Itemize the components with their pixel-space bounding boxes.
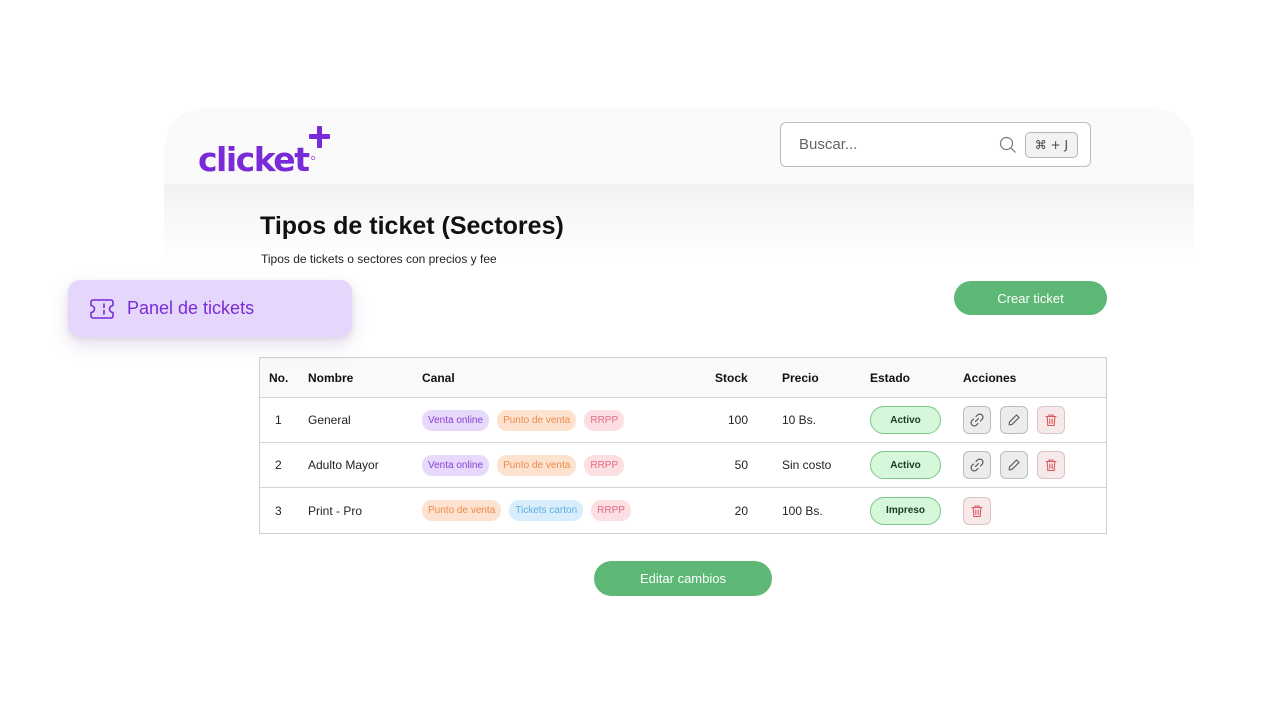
row-canales: Venta online Punto de venta RRPP: [422, 443, 625, 487]
edit-button[interactable]: [1000, 406, 1028, 434]
channel-chip-venta-online: Venta online: [422, 409, 490, 431]
top-bar: clicket ⌘ + J: [164, 108, 1194, 184]
row-no: 1: [275, 413, 282, 427]
channel-chip-rrpp: RRPP: [584, 454, 625, 476]
channel-chip-rrpp: RRPP: [584, 409, 625, 431]
ticket-icon: [90, 298, 114, 319]
delete-button[interactable]: [1037, 406, 1065, 434]
status-badge[interactable]: Impreso: [870, 496, 941, 525]
delete-button[interactable]: [1037, 451, 1065, 479]
row-stock: 100: [727, 413, 748, 427]
clicket-logo[interactable]: clicket: [198, 120, 331, 180]
page-subtitle: Tipos de tickets o sectores con precios …: [261, 252, 497, 266]
logo-text: clicket: [198, 140, 310, 179]
row-nombre: Print - Pro: [308, 503, 363, 518]
link-icon: [970, 413, 984, 427]
edit-changes-button[interactable]: Editar cambios: [594, 561, 772, 596]
row-estado: Impreso: [870, 488, 941, 533]
row-canales: Venta online Punto de venta RRPP: [422, 398, 625, 442]
channel-chip-punto-de-venta: Punto de venta: [497, 454, 577, 476]
pencil-icon: [1008, 459, 1020, 471]
trash-icon: [971, 504, 983, 517]
row-canales: Punto de venta Tickets carton RRPP: [422, 488, 631, 533]
row-estado: Activo: [870, 398, 941, 442]
row-stock: 50: [734, 458, 748, 472]
header-stock: Stock: [715, 370, 748, 385]
channel-chip-punto-de-venta: Punto de venta: [497, 409, 577, 431]
delete-button[interactable]: [963, 496, 991, 525]
header-acciones: Acciones: [963, 370, 1017, 385]
logo-plus-icon: [308, 126, 331, 180]
row-no: 2: [275, 458, 282, 472]
link-icon: [970, 458, 984, 472]
status-badge[interactable]: Activo: [870, 451, 941, 479]
pencil-icon: [1008, 414, 1020, 426]
status-badge[interactable]: Activo: [870, 406, 941, 434]
channel-chip-punto-de-venta: Punto de venta: [422, 500, 502, 521]
row-precio: 100 Bs.: [782, 503, 823, 518]
trash-icon: [1045, 459, 1057, 472]
row-nombre: Adulto Mayor: [308, 458, 379, 472]
header-canal: Canal: [422, 370, 455, 385]
row-actions: [963, 398, 1065, 442]
row-no: 3: [275, 503, 282, 518]
table-row: 3 Print - Pro Punto de venta Tickets car…: [260, 488, 1106, 533]
table-row: 1 General Venta online Punto de venta RR…: [260, 398, 1106, 443]
row-estado: Activo: [870, 443, 941, 487]
channel-chip-rrpp: RRPP: [591, 500, 631, 521]
search-box[interactable]: ⌘ + J: [780, 122, 1091, 167]
sidebar-item-panel-de-tickets[interactable]: Panel de tickets: [68, 280, 352, 337]
keyboard-shortcut-hint: ⌘ + J: [1024, 131, 1078, 158]
channel-chip-venta-online: Venta online: [422, 454, 490, 476]
tickets-table: No. Nombre Canal Stock Precio Estado Acc…: [259, 357, 1107, 534]
page-title: Tipos de ticket (Sectores): [260, 212, 564, 240]
header-estado: Estado: [870, 370, 911, 385]
search-input[interactable]: [799, 136, 999, 153]
link-button[interactable]: [963, 451, 991, 479]
table-header: No. Nombre Canal Stock Precio Estado Acc…: [260, 358, 1106, 398]
link-button[interactable]: [963, 406, 991, 434]
row-precio: Sin costo: [782, 458, 832, 472]
table-row: 2 Adulto Mayor Venta online Punto de ven…: [260, 443, 1106, 488]
sidebar-item-label: Panel de tickets: [127, 298, 255, 318]
row-stock: 20: [734, 503, 748, 518]
trash-icon: [1045, 414, 1057, 427]
header-precio: Precio: [782, 370, 819, 385]
row-nombre: General: [308, 413, 351, 427]
channel-chip-tickets-carton: Tickets carton: [509, 500, 584, 521]
app-window: clicket ⌘ + J Tipos de ticket (Sectores): [164, 108, 1194, 668]
search-icon[interactable]: [999, 136, 1017, 154]
row-actions: [963, 443, 1065, 487]
row-precio: 10 Bs.: [782, 413, 817, 427]
row-actions: [963, 488, 991, 533]
header-no: No.: [269, 370, 289, 385]
create-ticket-button[interactable]: Crear ticket: [954, 281, 1107, 315]
edit-button[interactable]: [1000, 451, 1028, 479]
header-nombre: Nombre: [308, 370, 354, 385]
